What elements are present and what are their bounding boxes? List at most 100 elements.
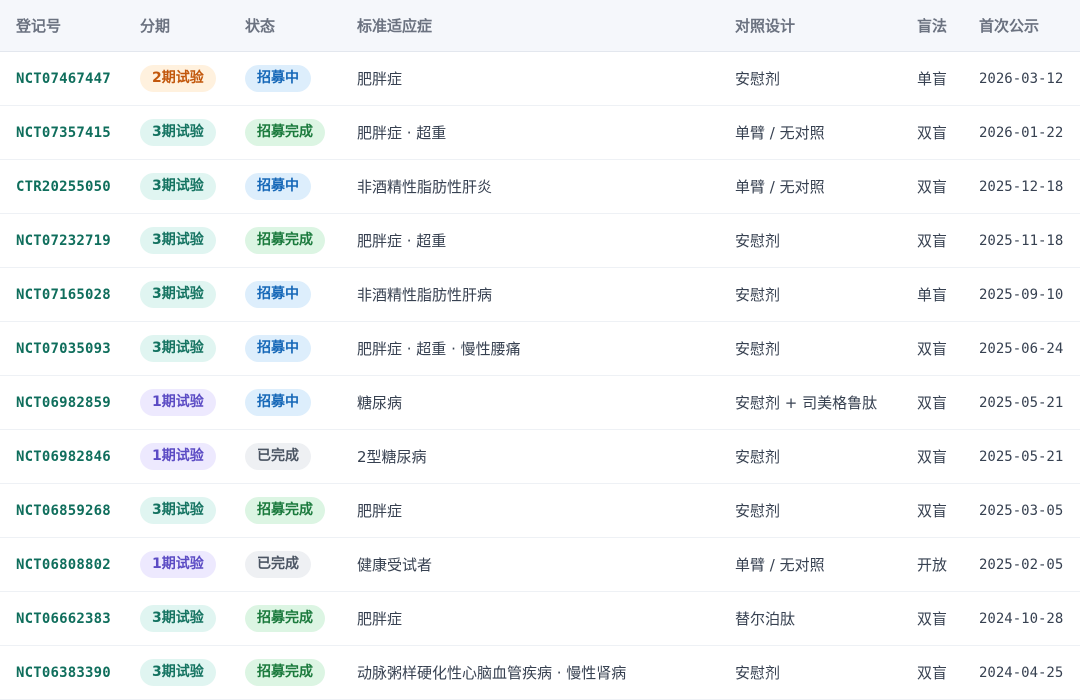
header-control[interactable]: 对照设计 [735, 0, 917, 51]
table-row[interactable]: NCT07035093 3期试验 招募中 肥胖症 · 超重 · 慢性腰痛 安慰剂 双盲 20… [0, 321, 1080, 375]
status-badge: 招募完成 [245, 658, 325, 686]
trial-id-link[interactable]: NCT06383390 [16, 665, 111, 681]
first-posted-date: 2025-11-18 [979, 233, 1064, 249]
phase-badge: 2期试验 [140, 64, 216, 92]
phase-badge: 1期试验 [140, 442, 216, 470]
indication-text: 2型糖尿病 [357, 447, 427, 466]
header-status[interactable]: 状态 [245, 0, 357, 51]
blinding-text: 双盲 [917, 501, 948, 520]
indication-text: 非酒精性脂肪性肝炎 [357, 177, 493, 196]
control-text: 替尔泊肽 [735, 609, 796, 628]
blinding-text: 双盲 [917, 393, 948, 412]
header-id[interactable]: 登记号 [0, 0, 140, 51]
blinding-text: 单盲 [917, 285, 948, 304]
blinding-text: 双盲 [917, 177, 948, 196]
table-row[interactable]: NCT06662383 3期试验 招募完成 肥胖症 替尔泊肽 双盲 2024-10-28 [0, 591, 1080, 645]
first-posted-date: 2026-01-22 [979, 125, 1064, 141]
trial-id-link[interactable]: NCT06662383 [16, 611, 111, 627]
control-text: 安慰剂 [735, 663, 781, 682]
status-badge: 招募中 [245, 172, 311, 200]
indication-text: 肥胖症 · 超重 [357, 231, 447, 250]
indication-text: 肥胖症 [357, 501, 403, 520]
first-posted-date: 2025-09-10 [979, 287, 1064, 303]
indication-text: 糖尿病 [357, 393, 403, 412]
trial-id-link[interactable]: NCT07467447 [16, 71, 111, 87]
blinding-text: 双盲 [917, 339, 948, 358]
first-posted-date: 2024-04-25 [979, 665, 1064, 681]
control-text: 安慰剂 [735, 501, 781, 520]
control-text: 安慰剂 [735, 339, 781, 358]
indication-text: 非酒精性脂肪性肝病 [357, 285, 493, 304]
trial-id-link[interactable]: CTR20255050 [16, 179, 111, 195]
control-text: 单臂 / 无对照 [735, 555, 825, 574]
phase-badge: 3期试验 [140, 280, 216, 308]
trial-id-link[interactable]: NCT06808802 [16, 557, 111, 573]
indication-text: 肥胖症 [357, 69, 403, 88]
table-row[interactable]: NCT07467447 2期试验 招募中 肥胖症 安慰剂 单盲 2026-03-12 [0, 51, 1080, 105]
first-posted-date: 2025-05-21 [979, 395, 1064, 411]
control-text: 安慰剂 [735, 447, 781, 466]
trial-id-link[interactable]: NCT07035093 [16, 341, 111, 357]
blinding-text: 双盲 [917, 447, 948, 466]
phase-badge: 3期试验 [140, 658, 216, 686]
phase-badge: 3期试验 [140, 172, 216, 200]
status-badge: 已完成 [245, 442, 311, 470]
indication-text: 肥胖症 [357, 609, 403, 628]
trial-id-link[interactable]: NCT06982846 [16, 449, 111, 465]
indication-text: 肥胖症 · 超重 [357, 123, 447, 142]
trial-id-link[interactable]: NCT07357415 [16, 125, 111, 141]
trial-id-link[interactable]: NCT07232719 [16, 233, 111, 249]
table-row[interactable]: NCT06808802 1期试验 已完成 健康受试者 单臂 / 无对照 开放 2025-02… [0, 537, 1080, 591]
table-row[interactable]: NCT06859268 3期试验 招募完成 肥胖症 安慰剂 双盲 2025-03-05 [0, 483, 1080, 537]
header-row: 登记号 分期 状态 标准适应症 对照设计 盲法 首次公示 [0, 0, 1080, 51]
table-row[interactable]: NCT07232719 3期试验 招募完成 肥胖症 · 超重 安慰剂 双盲 2025-11-… [0, 213, 1080, 267]
blinding-text: 双盲 [917, 123, 948, 142]
trial-id-link[interactable]: NCT06859268 [16, 503, 111, 519]
trial-id-link[interactable]: NCT06982859 [16, 395, 111, 411]
indication-text: 肥胖症 · 超重 · 慢性腰痛 [357, 339, 521, 358]
first-posted-date: 2025-06-24 [979, 341, 1064, 357]
status-badge: 招募完成 [245, 604, 325, 632]
status-badge: 招募中 [245, 334, 311, 362]
status-badge: 已完成 [245, 550, 311, 578]
phase-badge: 1期试验 [140, 550, 216, 578]
blinding-text: 双盲 [917, 231, 948, 250]
trial-id-link[interactable]: NCT07165028 [16, 287, 111, 303]
phase-badge: 1期试验 [140, 388, 216, 416]
indication-text: 健康受试者 [357, 555, 433, 574]
table-header: 登记号 分期 状态 标准适应症 对照设计 盲法 首次公示 [0, 0, 1080, 51]
phase-badge: 3期试验 [140, 334, 216, 362]
header-indication[interactable]: 标准适应症 [357, 0, 735, 51]
phase-badge: 3期试验 [140, 496, 216, 524]
header-blinding[interactable]: 盲法 [917, 0, 979, 51]
blinding-text: 双盲 [917, 609, 948, 628]
status-badge: 招募中 [245, 64, 311, 92]
header-phase[interactable]: 分期 [140, 0, 245, 51]
status-badge: 招募完成 [245, 226, 325, 254]
first-posted-date: 2025-03-05 [979, 503, 1064, 519]
phase-badge: 3期试验 [140, 226, 216, 254]
status-badge: 招募中 [245, 388, 311, 416]
blinding-text: 单盲 [917, 69, 948, 88]
first-posted-date: 2025-02-05 [979, 557, 1064, 573]
control-text: 单臂 / 无对照 [735, 177, 825, 196]
control-text: 安慰剂 [735, 285, 781, 304]
table-row[interactable]: CTR20255050 3期试验 招募中 非酒精性脂肪性肝炎 单臂 / 无对照 双盲 202… [0, 159, 1080, 213]
control-text: 安慰剂 [735, 69, 781, 88]
first-posted-date: 2025-05-21 [979, 449, 1064, 465]
first-posted-date: 2026-03-12 [979, 71, 1064, 87]
table-row[interactable]: NCT06982859 1期试验 招募中 糖尿病 安慰剂 + 司美格鲁肽 双盲 2025-0… [0, 375, 1080, 429]
status-badge: 招募完成 [245, 496, 325, 524]
header-first-posted[interactable]: 首次公示 [979, 0, 1080, 51]
trials-table: 登记号 分期 状态 标准适应症 对照设计 盲法 首次公示 NCT07467447… [0, 0, 1080, 700]
table-row[interactable]: NCT07357415 3期试验 招募完成 肥胖症 · 超重 单臂 / 无对照 双盲 202… [0, 105, 1080, 159]
table-row[interactable]: NCT06383390 3期试验 招募完成 动脉粥样硬化性心脑血管疾病 · 慢性肾病 安… [0, 645, 1080, 699]
control-text: 单臂 / 无对照 [735, 123, 825, 142]
control-text: 安慰剂 + 司美格鲁肽 [735, 393, 878, 412]
table-row[interactable]: NCT06982846 1期试验 已完成 2型糖尿病 安慰剂 双盲 2025-05-21 [0, 429, 1080, 483]
table-body: NCT07467447 2期试验 招募中 肥胖症 安慰剂 单盲 2026-03-12 NCT0… [0, 51, 1080, 699]
blinding-text: 双盲 [917, 663, 948, 682]
table-row[interactable]: NCT07165028 3期试验 招募中 非酒精性脂肪性肝病 安慰剂 单盲 2025-09-… [0, 267, 1080, 321]
first-posted-date: 2025-12-18 [979, 179, 1064, 195]
phase-badge: 3期试验 [140, 604, 216, 632]
